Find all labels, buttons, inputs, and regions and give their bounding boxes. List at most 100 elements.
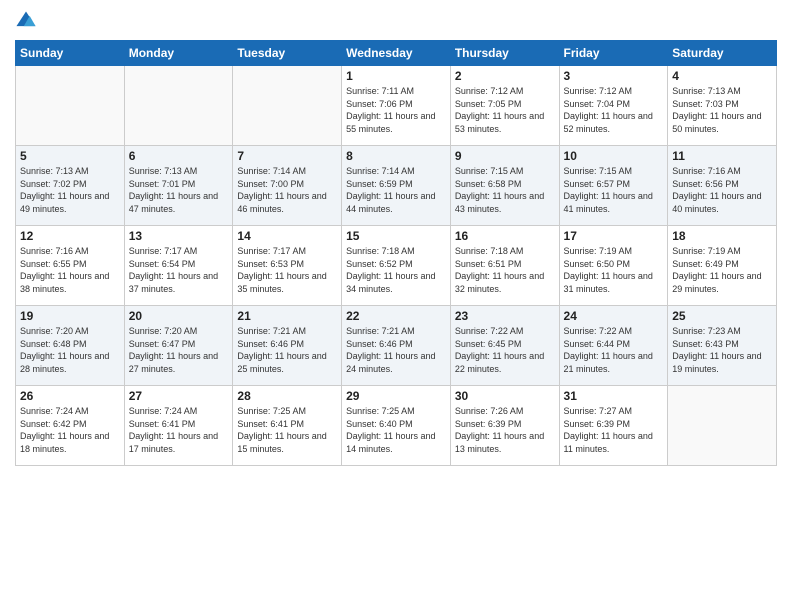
calendar-cell: 14 Sunrise: 7:17 AM Sunset: 6:53 PM Dayli…: [233, 226, 342, 306]
day-info: Sunrise: 7:13 AM Sunset: 7:02 PM Dayligh…: [20, 165, 120, 215]
day-number: 14: [237, 229, 337, 243]
day-number: 18: [672, 229, 772, 243]
day-info: Sunrise: 7:23 AM Sunset: 6:43 PM Dayligh…: [672, 325, 772, 375]
day-number: 4: [672, 69, 772, 83]
day-number: 25: [672, 309, 772, 323]
week-row-4: 26 Sunrise: 7:24 AM Sunset: 6:42 PM Dayli…: [16, 386, 777, 466]
calendar-cell: 30 Sunrise: 7:26 AM Sunset: 6:39 PM Dayli…: [450, 386, 559, 466]
calendar-cell: [668, 386, 777, 466]
day-info: Sunrise: 7:25 AM Sunset: 6:41 PM Dayligh…: [237, 405, 337, 455]
calendar-cell: [124, 66, 233, 146]
day-info: Sunrise: 7:20 AM Sunset: 6:47 PM Dayligh…: [129, 325, 229, 375]
day-number: 2: [455, 69, 555, 83]
calendar-cell: 18 Sunrise: 7:19 AM Sunset: 6:49 PM Dayli…: [668, 226, 777, 306]
calendar-cell: 16 Sunrise: 7:18 AM Sunset: 6:51 PM Dayli…: [450, 226, 559, 306]
calendar-cell: 29 Sunrise: 7:25 AM Sunset: 6:40 PM Dayli…: [342, 386, 451, 466]
day-info: Sunrise: 7:13 AM Sunset: 7:03 PM Dayligh…: [672, 85, 772, 135]
calendar-cell: 17 Sunrise: 7:19 AM Sunset: 6:50 PM Dayli…: [559, 226, 668, 306]
calendar-cell: 24Sunrise: 7:22 AM Sunset: 6:44 PM Dayli…: [559, 306, 668, 386]
day-info: Sunrise: 7:14 AM Sunset: 6:59 PM Dayligh…: [346, 165, 446, 215]
calendar-cell: 23 Sunrise: 7:22 AM Sunset: 6:45 PM Dayli…: [450, 306, 559, 386]
day-number: 17: [564, 229, 664, 243]
weekday-header-friday: Friday: [559, 41, 668, 66]
calendar-cell: 1 Sunrise: 7:11 AM Sunset: 7:06 PM Daylig…: [342, 66, 451, 146]
day-number: 23: [455, 309, 555, 323]
day-number: 13: [129, 229, 229, 243]
day-info: Sunrise: 7:12 AM Sunset: 7:04 PM Dayligh…: [564, 85, 664, 135]
calendar-cell: 4 Sunrise: 7:13 AM Sunset: 7:03 PM Daylig…: [668, 66, 777, 146]
calendar-cell: 10 Sunrise: 7:15 AM Sunset: 6:57 PM Dayli…: [559, 146, 668, 226]
logo: [15, 10, 39, 32]
day-info: Sunrise: 7:18 AM Sunset: 6:52 PM Dayligh…: [346, 245, 446, 295]
day-number: 24: [564, 309, 664, 323]
day-info: Sunrise: 7:18 AM Sunset: 6:51 PM Dayligh…: [455, 245, 555, 295]
weekday-header-saturday: Saturday: [668, 41, 777, 66]
calendar-cell: 12Sunrise: 7:16 AM Sunset: 6:55 PM Dayli…: [16, 226, 125, 306]
day-info: Sunrise: 7:15 AM Sunset: 6:57 PM Dayligh…: [564, 165, 664, 215]
calendar-cell: 25 Sunrise: 7:23 AM Sunset: 6:43 PM Dayli…: [668, 306, 777, 386]
day-number: 29: [346, 389, 446, 403]
calendar-cell: 28Sunrise: 7:25 AM Sunset: 6:41 PM Dayli…: [233, 386, 342, 466]
day-info: Sunrise: 7:17 AM Sunset: 6:53 PM Dayligh…: [237, 245, 337, 295]
day-number: 30: [455, 389, 555, 403]
week-row-2: 12Sunrise: 7:16 AM Sunset: 6:55 PM Dayli…: [16, 226, 777, 306]
day-number: 11: [672, 149, 772, 163]
calendar-cell: 3 Sunrise: 7:12 AM Sunset: 7:04 PM Daylig…: [559, 66, 668, 146]
day-number: 15: [346, 229, 446, 243]
calendar-cell: [233, 66, 342, 146]
day-number: 20: [129, 309, 229, 323]
day-info: Sunrise: 7:15 AM Sunset: 6:58 PM Dayligh…: [455, 165, 555, 215]
calendar-cell: 7 Sunrise: 7:14 AM Sunset: 7:00 PM Daylig…: [233, 146, 342, 226]
calendar-cell: [16, 66, 125, 146]
calendar-cell: 8 Sunrise: 7:14 AM Sunset: 6:59 PM Daylig…: [342, 146, 451, 226]
day-number: 10: [564, 149, 664, 163]
calendar-cell: 6 Sunrise: 7:13 AM Sunset: 7:01 PM Daylig…: [124, 146, 233, 226]
weekday-header-thursday: Thursday: [450, 41, 559, 66]
day-number: 26: [20, 389, 120, 403]
weekday-header-sunday: Sunday: [16, 41, 125, 66]
calendar-cell: 26 Sunrise: 7:24 AM Sunset: 6:42 PM Dayli…: [16, 386, 125, 466]
week-row-0: 1 Sunrise: 7:11 AM Sunset: 7:06 PM Daylig…: [16, 66, 777, 146]
day-info: Sunrise: 7:13 AM Sunset: 7:01 PM Dayligh…: [129, 165, 229, 215]
day-info: Sunrise: 7:11 AM Sunset: 7:06 PM Dayligh…: [346, 85, 446, 135]
day-info: Sunrise: 7:19 AM Sunset: 6:50 PM Dayligh…: [564, 245, 664, 295]
day-info: Sunrise: 7:16 AM Sunset: 6:56 PM Dayligh…: [672, 165, 772, 215]
calendar-cell: 15 Sunrise: 7:18 AM Sunset: 6:52 PM Dayli…: [342, 226, 451, 306]
day-info: Sunrise: 7:26 AM Sunset: 6:39 PM Dayligh…: [455, 405, 555, 455]
day-number: 31: [564, 389, 664, 403]
day-number: 9: [455, 149, 555, 163]
day-info: Sunrise: 7:17 AM Sunset: 6:54 PM Dayligh…: [129, 245, 229, 295]
day-number: 6: [129, 149, 229, 163]
day-info: Sunrise: 7:12 AM Sunset: 7:05 PM Dayligh…: [455, 85, 555, 135]
day-info: Sunrise: 7:25 AM Sunset: 6:40 PM Dayligh…: [346, 405, 446, 455]
day-info: Sunrise: 7:19 AM Sunset: 6:49 PM Dayligh…: [672, 245, 772, 295]
day-info: Sunrise: 7:16 AM Sunset: 6:55 PM Dayligh…: [20, 245, 120, 295]
day-number: 3: [564, 69, 664, 83]
day-number: 21: [237, 309, 337, 323]
day-info: Sunrise: 7:24 AM Sunset: 6:42 PM Dayligh…: [20, 405, 120, 455]
calendar-cell: 11 Sunrise: 7:16 AM Sunset: 6:56 PM Dayli…: [668, 146, 777, 226]
day-number: 8: [346, 149, 446, 163]
calendar-cell: 2 Sunrise: 7:12 AM Sunset: 7:05 PM Daylig…: [450, 66, 559, 146]
weekday-header-wednesday: Wednesday: [342, 41, 451, 66]
calendar-cell: 27 Sunrise: 7:24 AM Sunset: 6:41 PM Dayli…: [124, 386, 233, 466]
day-info: Sunrise: 7:21 AM Sunset: 6:46 PM Dayligh…: [346, 325, 446, 375]
logo-icon: [15, 10, 37, 32]
weekday-header-tuesday: Tuesday: [233, 41, 342, 66]
weekday-header-monday: Monday: [124, 41, 233, 66]
day-info: Sunrise: 7:24 AM Sunset: 6:41 PM Dayligh…: [129, 405, 229, 455]
day-info: Sunrise: 7:20 AM Sunset: 6:48 PM Dayligh…: [20, 325, 120, 375]
calendar-cell: 20 Sunrise: 7:20 AM Sunset: 6:47 PM Dayli…: [124, 306, 233, 386]
day-info: Sunrise: 7:14 AM Sunset: 7:00 PM Dayligh…: [237, 165, 337, 215]
week-row-3: 19Sunrise: 7:20 AM Sunset: 6:48 PM Dayli…: [16, 306, 777, 386]
day-number: 16: [455, 229, 555, 243]
day-number: 27: [129, 389, 229, 403]
calendar-cell: 9 Sunrise: 7:15 AM Sunset: 6:58 PM Daylig…: [450, 146, 559, 226]
day-number: 22: [346, 309, 446, 323]
calendar-table: SundayMondayTuesdayWednesdayThursdayFrid…: [15, 40, 777, 466]
calendar-cell: 19Sunrise: 7:20 AM Sunset: 6:48 PM Dayli…: [16, 306, 125, 386]
day-info: Sunrise: 7:22 AM Sunset: 6:45 PM Dayligh…: [455, 325, 555, 375]
day-number: 1: [346, 69, 446, 83]
day-number: 7: [237, 149, 337, 163]
header: [15, 10, 777, 32]
